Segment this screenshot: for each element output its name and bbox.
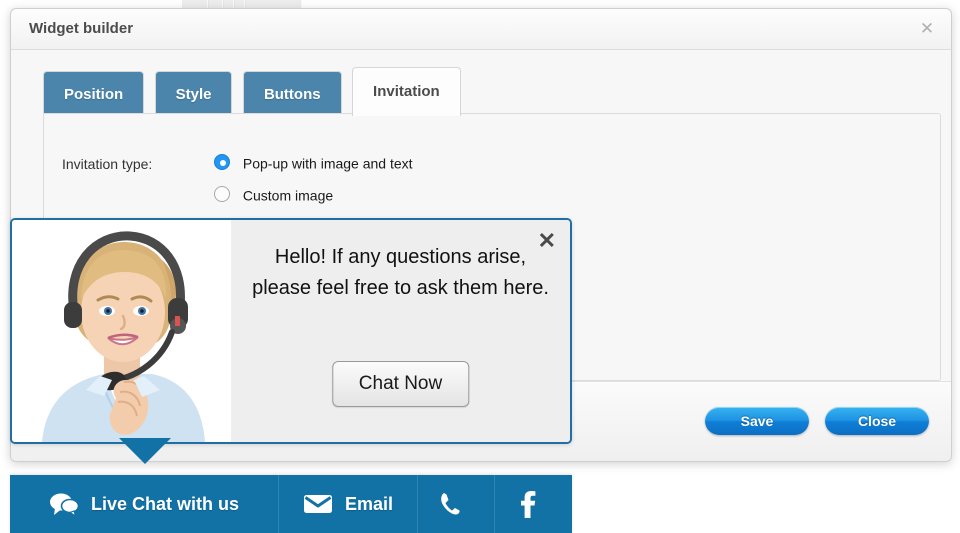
agent-photo — [12, 220, 231, 442]
close-icon[interactable]: ✕ — [917, 19, 937, 39]
chat-bar-label-email: Email — [345, 494, 393, 515]
agent-photo-illustration — [12, 220, 231, 442]
invitation-popup-preview: ✕ Hello! If any questions arise, please … — [10, 218, 572, 444]
save-button[interactable]: Save — [705, 407, 809, 435]
tab-style[interactable]: Style — [155, 71, 233, 116]
chat-bar-item-live-chat[interactable]: Live Chat with us — [10, 475, 279, 533]
chat-bar-item-facebook[interactable] — [495, 475, 572, 533]
close-button[interactable]: Close — [825, 407, 929, 435]
radio-button-custom-image[interactable] — [214, 186, 230, 202]
radio-label-custom-image: Custom image — [243, 187, 333, 203]
facebook-icon — [520, 490, 536, 518]
tab-position[interactable]: Position — [43, 71, 144, 116]
invitation-pointer-arrow — [119, 438, 171, 464]
chat-bubbles-icon — [49, 492, 79, 516]
chat-bar: Live Chat with us Email — [10, 475, 572, 533]
radio-option-custom-image[interactable]: Custom image — [214, 186, 333, 203]
invitation-type-label: Invitation type: — [62, 156, 152, 172]
envelope-icon — [303, 493, 333, 515]
phone-icon — [439, 492, 461, 516]
chat-bar-item-phone[interactable] — [418, 475, 495, 533]
radio-button-popup[interactable] — [214, 154, 230, 170]
page-title: Widget builder — [29, 20, 133, 37]
invitation-message: Hello! If any questions arise, please fe… — [245, 242, 556, 304]
tab-invitation[interactable]: Invitation — [352, 67, 461, 116]
tab-strip: Position Style Buttons Invitation — [43, 67, 467, 115]
tab-buttons[interactable]: Buttons — [243, 71, 342, 116]
invitation-popup-body: ✕ Hello! If any questions arise, please … — [231, 220, 570, 442]
chat-now-button[interactable]: Chat Now — [332, 361, 469, 407]
chat-bar-item-email[interactable]: Email — [279, 475, 418, 533]
chat-bar-label-live-chat: Live Chat with us — [91, 494, 239, 515]
radio-label-popup: Pop-up with image and text — [243, 155, 413, 171]
radio-option-popup-with-image-and-text[interactable]: Pop-up with image and text — [214, 154, 413, 171]
dialog-titlebar: Widget builder ✕ — [11, 9, 951, 50]
